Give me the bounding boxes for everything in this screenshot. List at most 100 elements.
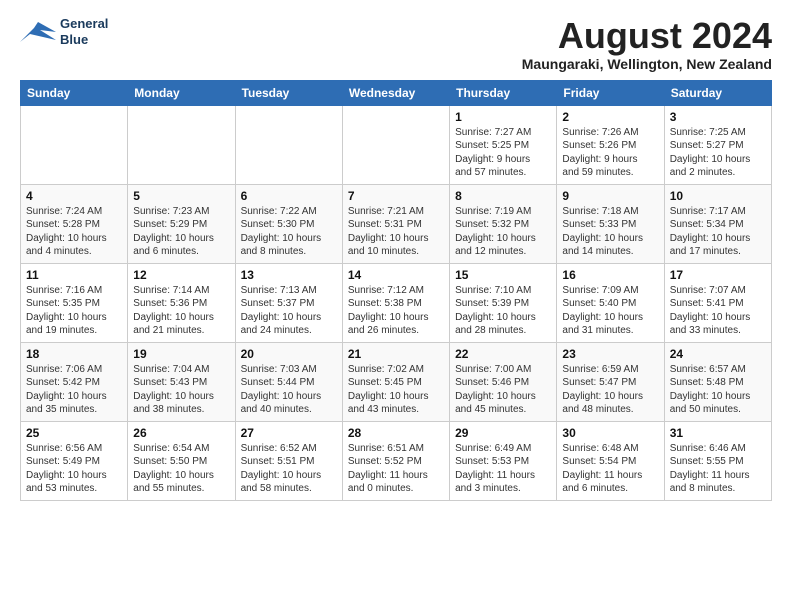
day-info: Sunrise: 7:22 AM Sunset: 5:30 PM Dayligh… (241, 205, 337, 259)
logo-icon (20, 18, 56, 46)
day-number: 20 (241, 347, 337, 361)
day-number: 1 (455, 110, 551, 124)
day-info: Sunrise: 7:02 AM Sunset: 5:45 PM Dayligh… (348, 363, 444, 417)
day-info: Sunrise: 7:13 AM Sunset: 5:37 PM Dayligh… (241, 284, 337, 338)
day-number: 28 (348, 426, 444, 440)
calendar-cell: 12Sunrise: 7:14 AM Sunset: 5:36 PM Dayli… (128, 263, 235, 342)
day-number: 14 (348, 268, 444, 282)
day-info: Sunrise: 6:51 AM Sunset: 5:52 PM Dayligh… (348, 442, 444, 496)
day-of-week-header: Monday (128, 80, 235, 105)
day-number: 3 (670, 110, 766, 124)
calendar-cell: 30 Sunrise: 6:48 AM Sunset: 5:54 PM Dayli… (557, 421, 664, 500)
calendar-cell: 23Sunrise: 6:59 AM Sunset: 5:47 PM Dayli… (557, 342, 664, 421)
calendar-cell: 3 Sunrise: 7:25 AM Sunset: 5:27 PM Daylig… (664, 105, 771, 184)
calendar-cell (342, 105, 449, 184)
day-number: 7 (348, 189, 444, 203)
calendar-cell: 31Sunrise: 6:46 AM Sunset: 5:55 PM Dayli… (664, 421, 771, 500)
day-number: 21 (348, 347, 444, 361)
calendar-cell: 1 Sunrise: 7:27 AM Sunset: 5:25 PM Daylig… (450, 105, 557, 184)
calendar-cell: 20 Sunrise: 7:03 AM Sunset: 5:44 PM Dayli… (235, 342, 342, 421)
day-info: Sunrise: 7:23 AM Sunset: 5:29 PM Dayligh… (133, 205, 229, 259)
logo: General Blue (20, 16, 108, 47)
day-info: Sunrise: 7:04 AM Sunset: 5:43 PM Dayligh… (133, 363, 229, 417)
day-of-week-header: Thursday (450, 80, 557, 105)
day-info: Sunrise: 6:52 AM Sunset: 5:51 PM Dayligh… (241, 442, 337, 496)
day-info: Sunrise: 6:46 AM Sunset: 5:55 PM Dayligh… (670, 442, 766, 496)
day-number: 10 (670, 189, 766, 203)
header: General Blue August 2024 Maungaraki, Wel… (20, 16, 772, 72)
day-of-week-header: Tuesday (235, 80, 342, 105)
day-number: 4 (26, 189, 122, 203)
day-number: 29 (455, 426, 551, 440)
day-info: Sunrise: 7:12 AM Sunset: 5:38 PM Dayligh… (348, 284, 444, 338)
day-number: 5 (133, 189, 229, 203)
calendar-cell: 10Sunrise: 7:17 AM Sunset: 5:34 PM Dayli… (664, 184, 771, 263)
day-number: 11 (26, 268, 122, 282)
calendar-cell (235, 105, 342, 184)
calendar-cell: 9Sunrise: 7:18 AM Sunset: 5:33 PM Daylig… (557, 184, 664, 263)
calendar-cell: 18 Sunrise: 7:06 AM Sunset: 5:42 PM Dayli… (21, 342, 128, 421)
day-number: 24 (670, 347, 766, 361)
day-number: 27 (241, 426, 337, 440)
logo-text: General Blue (60, 16, 108, 47)
day-info: Sunrise: 7:24 AM Sunset: 5:28 PM Dayligh… (26, 205, 122, 259)
day-info: Sunrise: 7:09 AM Sunset: 5:40 PM Dayligh… (562, 284, 658, 338)
day-info: Sunrise: 7:27 AM Sunset: 5:25 PM Dayligh… (455, 126, 551, 180)
calendar-cell: 5 Sunrise: 7:23 AM Sunset: 5:29 PM Daylig… (128, 184, 235, 263)
day-info: Sunrise: 7:25 AM Sunset: 5:27 PM Dayligh… (670, 126, 766, 180)
location: Maungaraki, Wellington, New Zealand (522, 56, 772, 72)
calendar: SundayMondayTuesdayWednesdayThursdayFrid… (20, 80, 772, 501)
day-number: 16 (562, 268, 658, 282)
calendar-cell: 17Sunrise: 7:07 AM Sunset: 5:41 PM Dayli… (664, 263, 771, 342)
day-info: Sunrise: 7:00 AM Sunset: 5:46 PM Dayligh… (455, 363, 551, 417)
calendar-cell (128, 105, 235, 184)
day-number: 6 (241, 189, 337, 203)
day-info: Sunrise: 7:14 AM Sunset: 5:36 PM Dayligh… (133, 284, 229, 338)
calendar-cell: 4 Sunrise: 7:24 AM Sunset: 5:28 PM Daylig… (21, 184, 128, 263)
day-of-week-header: Sunday (21, 80, 128, 105)
calendar-cell: 16 Sunrise: 7:09 AM Sunset: 5:40 PM Dayli… (557, 263, 664, 342)
calendar-cell: 25 Sunrise: 6:56 AM Sunset: 5:49 PM Dayli… (21, 421, 128, 500)
day-number: 13 (241, 268, 337, 282)
calendar-cell: 24 Sunrise: 6:57 AM Sunset: 5:48 PM Dayli… (664, 342, 771, 421)
calendar-cell: 19 Sunrise: 7:04 AM Sunset: 5:43 PM Dayli… (128, 342, 235, 421)
day-info: Sunrise: 7:03 AM Sunset: 5:44 PM Dayligh… (241, 363, 337, 417)
calendar-cell: 27 Sunrise: 6:52 AM Sunset: 5:51 PM Dayli… (235, 421, 342, 500)
calendar-cell: 7 Sunrise: 7:21 AM Sunset: 5:31 PM Daylig… (342, 184, 449, 263)
day-info: Sunrise: 7:21 AM Sunset: 5:31 PM Dayligh… (348, 205, 444, 259)
day-info: Sunrise: 6:49 AM Sunset: 5:53 PM Dayligh… (455, 442, 551, 496)
day-info: Sunrise: 7:06 AM Sunset: 5:42 PM Dayligh… (26, 363, 122, 417)
day-number: 19 (133, 347, 229, 361)
day-info: Sunrise: 6:57 AM Sunset: 5:48 PM Dayligh… (670, 363, 766, 417)
calendar-cell: 6 Sunrise: 7:22 AM Sunset: 5:30 PM Daylig… (235, 184, 342, 263)
day-number: 26 (133, 426, 229, 440)
day-info: Sunrise: 7:10 AM Sunset: 5:39 PM Dayligh… (455, 284, 551, 338)
calendar-cell (21, 105, 128, 184)
calendar-cell: 13 Sunrise: 7:13 AM Sunset: 5:37 PM Dayli… (235, 263, 342, 342)
day-info: Sunrise: 6:56 AM Sunset: 5:49 PM Dayligh… (26, 442, 122, 496)
day-number: 18 (26, 347, 122, 361)
day-of-week-header: Wednesday (342, 80, 449, 105)
calendar-cell: 15 Sunrise: 7:10 AM Sunset: 5:39 PM Dayli… (450, 263, 557, 342)
day-number: 9 (562, 189, 658, 203)
day-number: 30 (562, 426, 658, 440)
day-info: Sunrise: 7:19 AM Sunset: 5:32 PM Dayligh… (455, 205, 551, 259)
calendar-cell: 22 Sunrise: 7:00 AM Sunset: 5:46 PM Dayli… (450, 342, 557, 421)
day-of-week-header: Friday (557, 80, 664, 105)
title-area: August 2024 Maungaraki, Wellington, New … (522, 16, 772, 72)
day-number: 15 (455, 268, 551, 282)
day-info: Sunrise: 6:48 AM Sunset: 5:54 PM Dayligh… (562, 442, 658, 496)
day-info: Sunrise: 7:07 AM Sunset: 5:41 PM Dayligh… (670, 284, 766, 338)
day-info: Sunrise: 7:26 AM Sunset: 5:26 PM Dayligh… (562, 126, 658, 180)
calendar-cell: 28 Sunrise: 6:51 AM Sunset: 5:52 PM Dayli… (342, 421, 449, 500)
calendar-cell: 2 Sunrise: 7:26 AM Sunset: 5:26 PM Daylig… (557, 105, 664, 184)
calendar-cell: 14 Sunrise: 7:12 AM Sunset: 5:38 PM Dayli… (342, 263, 449, 342)
day-number: 25 (26, 426, 122, 440)
day-number: 2 (562, 110, 658, 124)
calendar-cell: 21 Sunrise: 7:02 AM Sunset: 5:45 PM Dayli… (342, 342, 449, 421)
day-of-week-header: Saturday (664, 80, 771, 105)
day-number: 22 (455, 347, 551, 361)
day-info: Sunrise: 7:16 AM Sunset: 5:35 PM Dayligh… (26, 284, 122, 338)
calendar-cell: 29 Sunrise: 6:49 AM Sunset: 5:53 PM Dayli… (450, 421, 557, 500)
day-number: 23 (562, 347, 658, 361)
